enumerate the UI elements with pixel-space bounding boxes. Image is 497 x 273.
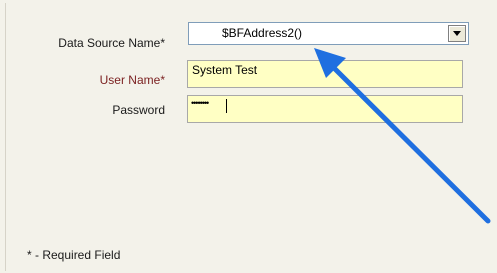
arrow-pointer-icon <box>314 48 491 224</box>
form-panel: Data Source Name* $BFAddress2() User Nam… <box>0 0 497 273</box>
annotation-arrow-shaft <box>327 61 491 224</box>
